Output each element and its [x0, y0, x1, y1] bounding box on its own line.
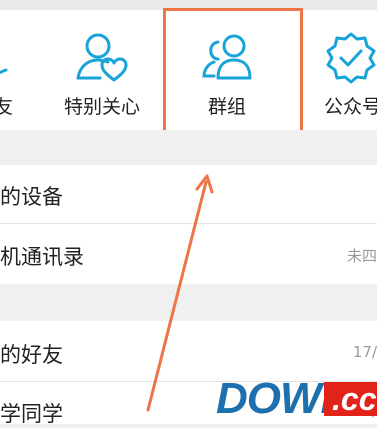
partial-icon — [0, 68, 8, 75]
list-item[interactable]: 机通讯录 未四 — [0, 224, 377, 284]
section-gap — [0, 130, 377, 165]
badge-check-icon — [326, 32, 376, 84]
category-label: 特别关心 — [64, 96, 141, 118]
category-label: 友 — [0, 96, 14, 118]
list-item-label: 机通讯录 — [0, 245, 84, 269]
category-special-care[interactable]: 特别关心 — [60, 10, 144, 130]
list-item-label: 的设备 — [0, 185, 63, 209]
list-item-label: 的好友 — [0, 343, 63, 367]
list-item[interactable]: 的好友 17/ — [0, 321, 377, 381]
watermark-suffix: .cc — [324, 382, 377, 416]
watermark-logo: DOWN .cc — [216, 374, 377, 424]
person-heart-icon — [76, 33, 128, 82]
category-official-accounts[interactable]: 公众号 — [320, 10, 377, 130]
category-label: 公众号 — [324, 96, 377, 118]
list-item[interactable]: 的设备 — [0, 165, 377, 223]
list-item-meta: 未四 — [346, 247, 377, 265]
list-item-meta: 17/ — [352, 343, 377, 361]
category-friends[interactable]: 友 — [0, 10, 40, 130]
section-gap — [0, 284, 377, 321]
